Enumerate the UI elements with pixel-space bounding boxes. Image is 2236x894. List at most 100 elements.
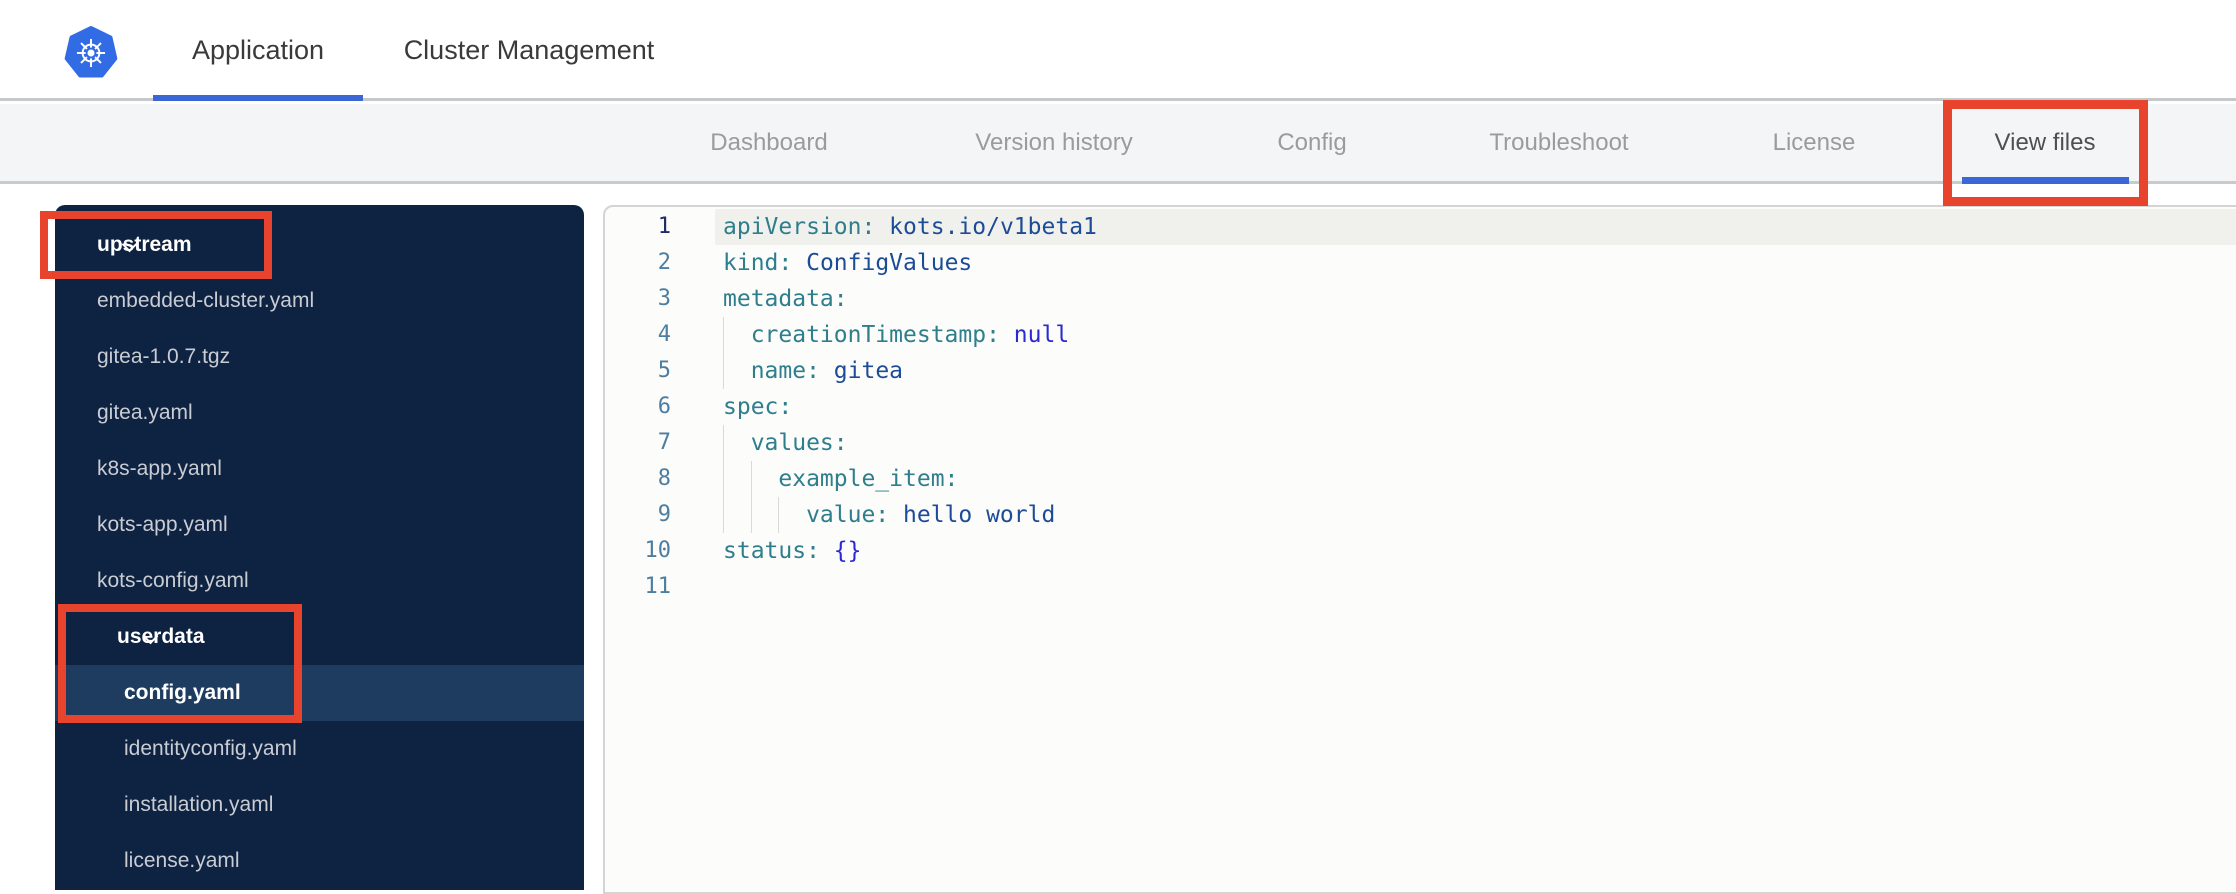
line-number: 2	[657, 250, 671, 275]
token-key: values:	[750, 430, 848, 456]
token-literal: {}	[833, 538, 862, 564]
code-line-3: 3 metadata:	[605, 281, 2236, 317]
code-line-5: 5 name: gitea	[605, 353, 2236, 389]
tree-folder-upstream[interactable]: upstream	[55, 217, 584, 273]
indent-guide	[723, 353, 751, 389]
line-number: 1	[657, 214, 671, 239]
token-key: kind:	[723, 250, 793, 276]
token-key: creationTimestamp:	[750, 322, 1000, 348]
token-key: spec:	[723, 394, 793, 420]
tree-file-kots-config.yaml[interactable]: kots-config.yaml	[55, 553, 584, 609]
app-tab-view-files[interactable]: View files	[1943, 104, 2148, 184]
token-key: name:	[750, 358, 820, 384]
indent-guide	[723, 317, 751, 353]
app-tab-config[interactable]: Config	[1222, 104, 1402, 181]
code-line-2: 2 kind: ConfigValues	[605, 245, 2236, 281]
token-key: apiVersion:	[723, 214, 876, 240]
app-tab-label: Version history	[975, 129, 1133, 156]
indent-guide	[750, 497, 779, 533]
code-text: apiVersion: kots.io/v1beta1	[720, 209, 2236, 245]
active-tab-underline	[153, 95, 363, 101]
tree-item-label: kots-config.yaml	[97, 569, 249, 592]
code-text: kind: ConfigValues	[720, 245, 2236, 281]
file-content-editor[interactable]: 1 apiVersion: kots.io/v1beta1 2 kind: Confi…	[603, 205, 2236, 894]
token-key: status:	[723, 538, 820, 564]
code-text: value: hello world	[720, 497, 2236, 533]
tree-file-license.yaml[interactable]: license.yaml	[55, 833, 584, 889]
tree-item-label: gitea-1.0.7.tgz	[97, 345, 231, 368]
code-line-11: 11	[605, 569, 2236, 605]
app-tab-label: Dashboard	[710, 129, 828, 156]
tree-file-installation.yaml[interactable]: installation.yaml	[55, 777, 584, 833]
code-text: example_item:	[720, 461, 2236, 497]
token-value: kots.io/v1beta1	[875, 214, 1097, 240]
tree-file-identityconfig.yaml[interactable]: identityconfig.yaml	[55, 721, 584, 777]
token-value: ConfigValues	[792, 250, 973, 276]
app-tab-label: License	[1772, 129, 1856, 156]
tree-file-kots-app.yaml[interactable]: kots-app.yaml	[55, 497, 584, 553]
code-line-10: 10 status: {}	[605, 533, 2236, 569]
line-number: 4	[657, 322, 671, 347]
tree-file-embedded-cluster.yaml[interactable]: embedded-cluster.yaml	[55, 273, 584, 329]
tree-item-label: upstream	[97, 233, 192, 256]
indent-guide	[723, 461, 751, 497]
app-tab-label: Troubleshoot	[1489, 129, 1629, 156]
tree-item-label: userdata	[117, 625, 205, 648]
app-tab-label: Config	[1277, 129, 1347, 156]
tree-folder-userdata[interactable]: userdata	[55, 609, 584, 665]
tree-item-label: installation.yaml	[124, 793, 274, 816]
tree-item-label: gitea.yaml	[97, 401, 193, 424]
app-tab-dashboard[interactable]: Dashboard	[659, 104, 879, 181]
tree-file-gitea-1.0.7.tgz[interactable]: gitea-1.0.7.tgz	[55, 329, 584, 385]
token-literal: null	[1013, 322, 1070, 348]
active-tab-underline	[1961, 177, 2129, 184]
tree-file-gitea.yaml[interactable]: gitea.yaml	[55, 385, 584, 441]
token-key: metadata:	[723, 286, 848, 312]
app-tab-version-history[interactable]: Version history	[909, 104, 1199, 181]
kubernetes-logo-icon	[64, 26, 118, 80]
line-number: 6	[657, 394, 671, 419]
token-key: value:	[806, 502, 890, 528]
app-nav: Dashboard Version history Config Troublesho…	[0, 104, 2236, 184]
line-number: 5	[657, 358, 671, 383]
tree-item-label: identityconfig.yaml	[124, 737, 297, 760]
app-tab-troubleshoot[interactable]: Troubleshoot	[1429, 104, 1689, 181]
indent-guide	[723, 497, 751, 533]
token-key: example_item:	[778, 466, 959, 492]
indent-guide	[723, 425, 751, 461]
tree-file-k8s-app.yaml[interactable]: k8s-app.yaml	[55, 441, 584, 497]
top-nav: Application Cluster Management	[0, 0, 2236, 101]
top-tab-application[interactable]: Application	[153, 0, 363, 101]
kots-admin-console: Application Cluster Management Dashboard V…	[0, 0, 2236, 894]
token-value: hello world	[889, 502, 1056, 528]
app-tab-license[interactable]: License	[1724, 104, 1904, 181]
line-number: 10	[644, 538, 672, 563]
tree-item-label: k8s-app.yaml	[97, 457, 222, 480]
code-text: values:	[720, 425, 2236, 461]
line-number: 7	[657, 430, 671, 455]
tree-file-config.yaml[interactable]: config.yaml	[55, 665, 584, 721]
code-text: creationTimestamp: null	[720, 317, 2236, 353]
tree-item-label: kots-app.yaml	[97, 513, 228, 536]
tree-item-label: config.yaml	[124, 681, 241, 704]
line-number: 3	[657, 286, 671, 311]
tree-item-label: embedded-cluster.yaml	[97, 289, 315, 312]
top-tab-cluster-management[interactable]: Cluster Management	[364, 0, 694, 101]
code-text: name: gitea	[720, 353, 2236, 389]
code-line-8: 8 example_item:	[605, 461, 2236, 497]
code-text: status: {}	[720, 533, 2236, 569]
line-number: 8	[657, 466, 671, 491]
tree-item-label: license.yaml	[124, 849, 240, 872]
code-line-4: 4 creationTimestamp: null	[605, 317, 2236, 353]
indent-guide	[750, 461, 779, 497]
code-line-6: 6 spec:	[605, 389, 2236, 425]
app-tab-label: View files	[1994, 129, 2096, 156]
indent-guide	[778, 497, 806, 533]
token-value: gitea	[819, 358, 904, 384]
code-line-7: 7 values:	[605, 425, 2236, 461]
code-line-1: 1 apiVersion: kots.io/v1beta1	[605, 209, 2236, 245]
code-text: spec:	[720, 389, 2236, 425]
line-number: 9	[657, 502, 671, 527]
